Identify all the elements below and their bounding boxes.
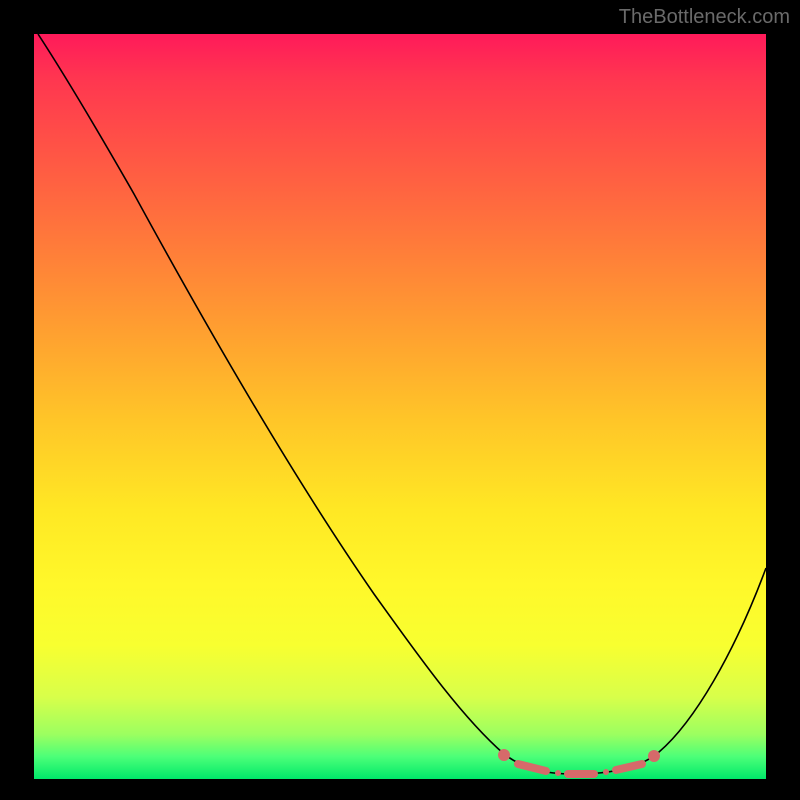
marker-dot (603, 769, 609, 775)
chart-svg (34, 34, 766, 779)
marker-dash (518, 764, 546, 771)
attribution-text: TheBottleneck.com (619, 6, 790, 29)
marker-dot (648, 750, 660, 762)
marker-dot (555, 770, 561, 776)
bottleneck-curve (38, 34, 766, 774)
marker-dot (498, 749, 510, 761)
chart-plot-area (34, 34, 766, 779)
marker-dash (616, 764, 642, 770)
